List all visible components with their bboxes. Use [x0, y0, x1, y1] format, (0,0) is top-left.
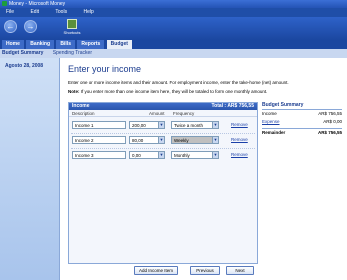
remove-link[interactable]: Remove — [231, 122, 248, 127]
sidebar-date: Agosto 28, 2008 — [5, 63, 44, 69]
column-frequency: Frequency — [173, 111, 195, 116]
chevron-down-icon[interactable]: ▼ — [158, 122, 164, 128]
summary-remainder-label: Remainder — [262, 130, 286, 135]
chevron-down-icon[interactable]: ▼ — [158, 152, 164, 158]
back-button[interactable]: ← — [4, 20, 17, 33]
frequency-select[interactable]: Twice a month ▼ — [171, 121, 219, 129]
tab-budget[interactable]: Budget — [106, 40, 132, 49]
frequency-select[interactable]: Weekly ▼ — [171, 136, 219, 144]
wizard-buttons: Add Income Item Previous Next — [68, 266, 258, 276]
income-total: Total : AR$ 756,55 — [211, 103, 254, 110]
note-body: If you enter more than one income item h… — [80, 89, 268, 94]
menu-file[interactable]: File — [6, 9, 14, 15]
frequency-select[interactable]: Monthly ▼ — [171, 151, 219, 159]
income-column-headers: Description Amount Frequency — [69, 110, 257, 117]
note-label: Note: — [68, 89, 80, 94]
toolbar: ← → Shortcuts — [0, 17, 347, 40]
menu-edit[interactable]: Edit — [30, 9, 39, 15]
income-row: Income 2 80,00 ▼ Weekly ▼ Remove — [69, 134, 257, 147]
remove-link[interactable]: Remove — [231, 152, 248, 157]
summary-income-value: AR$ 756,55 — [318, 111, 342, 116]
sub-navigation: Budget Summary Spending Tracker — [0, 49, 347, 58]
summary-expense-link[interactable]: Expense — [262, 119, 280, 124]
chevron-down-icon[interactable]: ▼ — [212, 122, 218, 128]
column-amount: Amount — [149, 111, 165, 116]
amount-field[interactable]: 80,00 ▼ — [129, 136, 165, 144]
menu-help[interactable]: Help — [83, 9, 93, 15]
chevron-down-icon[interactable]: ▼ — [212, 137, 218, 143]
budget-summary-title: Budget Summary — [262, 102, 342, 110]
income-panel: Income Total : AR$ 756,55 Description Am… — [68, 102, 258, 264]
window-title: Money - Microsoft Money — [9, 1, 66, 7]
shortcuts-label: Shortcuts — [63, 30, 81, 35]
title-bar: Money - Microsoft Money — [0, 0, 347, 8]
page-title: Enter your income — [68, 64, 142, 74]
description-field[interactable]: Income 1 — [72, 121, 126, 129]
summary-expense-value: AR$ 0,00 — [323, 119, 342, 124]
summary-remainder-value: AR$ 756,55 — [317, 130, 342, 135]
money-app-icon — [2, 1, 7, 6]
amount-field[interactable]: 200,00 ▼ — [129, 121, 165, 129]
shortcuts-button[interactable]: Shortcuts — [62, 19, 82, 35]
previous-button[interactable]: Previous — [190, 266, 220, 275]
forward-button[interactable]: → — [24, 20, 37, 33]
shortcuts-icon — [67, 19, 77, 29]
subnav-spending-tracker[interactable]: Spending Tracker — [53, 50, 92, 56]
remove-link[interactable]: Remove — [231, 137, 248, 142]
next-button[interactable]: Next — [226, 266, 254, 275]
income-row: Income 3 0,00 ▼ Monthly ▼ Remove — [69, 149, 257, 162]
tab-reports[interactable]: Reports — [77, 40, 105, 49]
amount-value: 80,00 — [132, 138, 144, 143]
column-description: Description — [72, 111, 95, 116]
subnav-budget-summary[interactable]: Budget Summary — [2, 50, 43, 56]
chevron-down-icon[interactable]: ▼ — [212, 152, 218, 158]
frequency-value: Twice a month — [174, 123, 204, 128]
intro-text: Enter one or more income items and their… — [68, 80, 289, 85]
amount-value: 200,00 — [132, 123, 146, 128]
amount-value: 0,00 — [132, 153, 141, 158]
add-income-item-button[interactable]: Add Income Item — [134, 266, 178, 275]
summary-expense-line: Expense AR$ 0,00 — [262, 118, 342, 126]
menu-bar: File Edit Tools Help — [0, 8, 347, 17]
income-header: Income Total : AR$ 756,55 — [69, 103, 257, 110]
chevron-down-icon[interactable]: ▼ — [158, 137, 164, 143]
tab-banking[interactable]: Banking — [26, 40, 55, 49]
tab-bills[interactable]: Bills — [56, 40, 75, 49]
income-title: Income — [72, 103, 90, 109]
summary-income-line: Income AR$ 756,55 — [262, 110, 342, 118]
summary-income-label: Income — [262, 111, 277, 116]
summary-remainder-line: Remainder AR$ 756,55 — [262, 128, 342, 136]
tab-home[interactable]: Home — [2, 40, 24, 49]
forward-arrow-icon: → — [26, 22, 35, 31]
income-total-label: Total : — [211, 103, 227, 109]
description-field[interactable]: Income 2 — [72, 136, 126, 144]
main-tabs: Home Banking Bills Reports Budget — [0, 40, 347, 49]
menu-tools[interactable]: Tools — [55, 9, 67, 15]
income-row: Income 1 200,00 ▼ Twice a month ▼ Remove — [69, 119, 257, 132]
note-text: Note: If you enter more than one income … — [68, 89, 333, 95]
income-total-value: AR$ 756,55 — [227, 103, 254, 109]
budget-summary: Budget Summary Income AR$ 756,55 Expense… — [262, 102, 342, 136]
frequency-value: Monthly — [174, 153, 190, 158]
main-panel: Enter your income Enter one or more inco… — [60, 58, 347, 280]
sidebar: Agosto 28, 2008 — [0, 58, 60, 280]
description-field[interactable]: Income 3 — [72, 151, 126, 159]
frequency-value: Weekly — [174, 138, 189, 143]
back-arrow-icon: ← — [6, 22, 15, 31]
amount-field[interactable]: 0,00 ▼ — [129, 151, 165, 159]
